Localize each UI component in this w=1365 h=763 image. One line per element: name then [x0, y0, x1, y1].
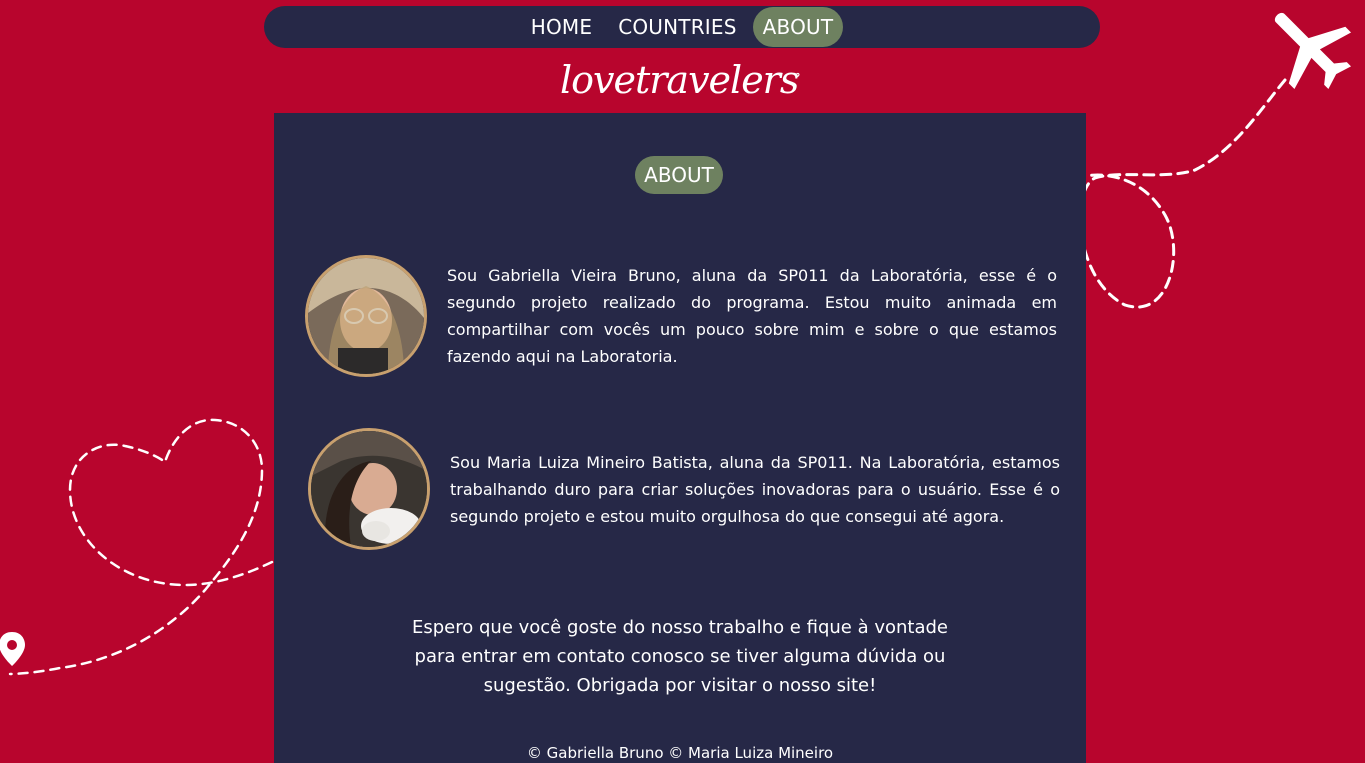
dashed-flight-path: [1078, 78, 1287, 309]
page: HOME COUNTRIES ABOUT lovetravelers ABOUT: [0, 0, 1365, 763]
airplane-icon: [1274, 12, 1352, 90]
nav-about[interactable]: ABOUT: [752, 7, 844, 47]
nav-home[interactable]: HOME: [521, 7, 602, 47]
avatar-photo: [308, 258, 424, 374]
logo-text: lovetravelers: [560, 58, 799, 102]
dashed-heart-path: [8, 418, 274, 676]
closing-message: Espero que você goste do nosso trabalho …: [412, 617, 948, 696]
nav-countries[interactable]: COUNTRIES: [608, 7, 746, 47]
avatar-photo: [311, 431, 427, 547]
avatar: [305, 255, 427, 377]
profile-card: Sou Gabriella Vieira Bruno, aluna da SP0…: [305, 246, 1065, 386]
profile-bio: Sou Maria Luiza Mineiro Batista, aluna d…: [450, 452, 1060, 526]
site-logo[interactable]: lovetravelers: [560, 54, 800, 106]
profile-bio: Sou Gabriella Vieira Bruno, aluna da SP0…: [447, 266, 1057, 366]
footer-credits: © Gabriella Bruno © Maria Luiza Mineiro: [526, 744, 834, 762]
about-panel: ABOUT Sou Gabriella Vieira Bruno, aluna …: [274, 113, 1086, 763]
location-pin-icon: [0, 632, 25, 666]
about-title-badge: ABOUT: [635, 156, 723, 194]
map-pin-plane-icon: [796, 72, 800, 78]
avatar: [308, 428, 430, 550]
top-nav: HOME COUNTRIES ABOUT: [264, 6, 1100, 48]
profile-card: Sou Maria Luiza Mineiro Batista, aluna d…: [308, 428, 1068, 550]
